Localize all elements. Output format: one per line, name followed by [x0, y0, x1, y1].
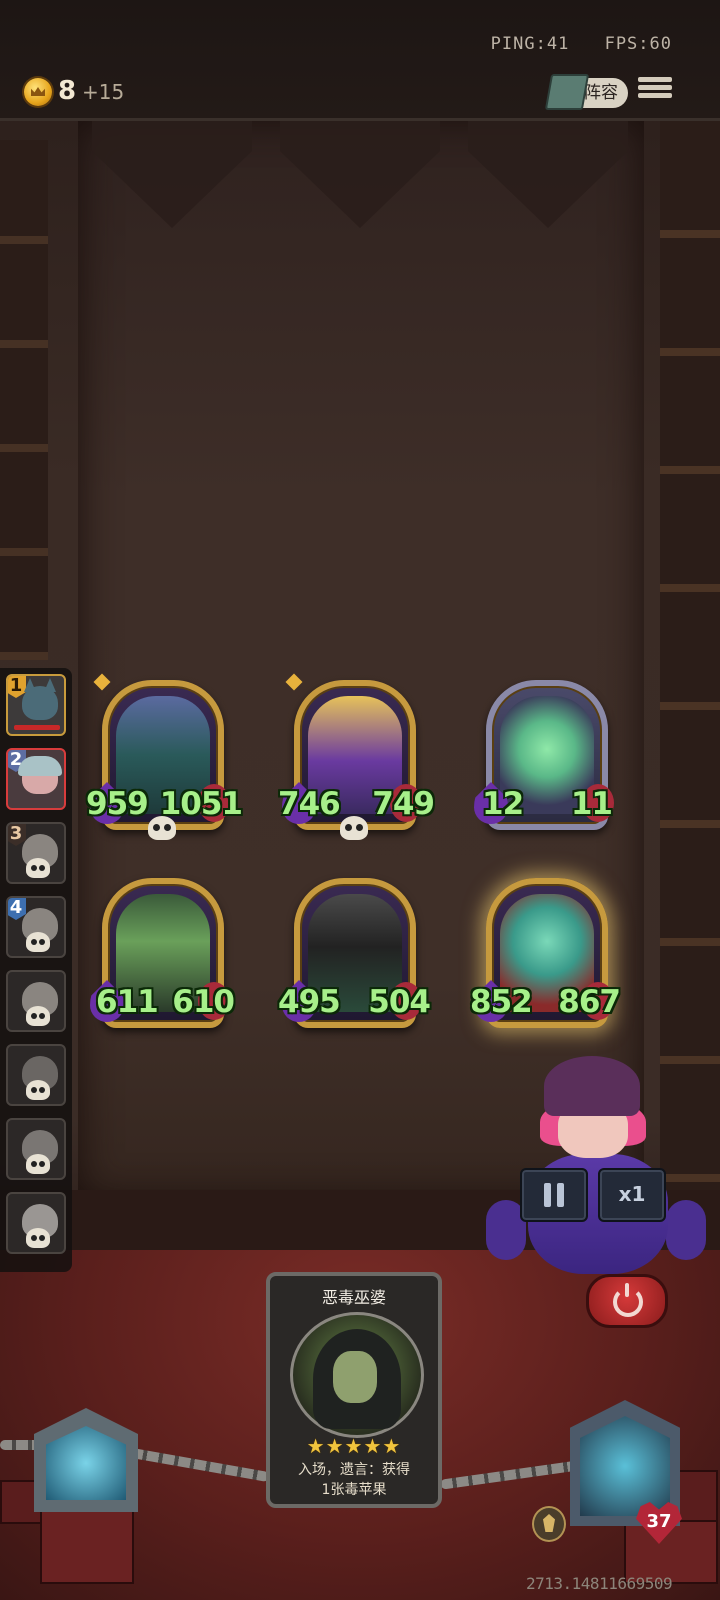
- gold-amount: 8: [58, 76, 77, 106]
- eliminated-skull-icon: [26, 932, 50, 952]
- minion-attack: 746: [278, 786, 341, 822]
- player-hero-avatar: [486, 1050, 708, 1280]
- robot-arm: [666, 1200, 706, 1260]
- player-slot-2[interactable]: 2: [6, 748, 66, 810]
- bookshelf-left: [0, 140, 48, 660]
- pause-icon: [544, 1183, 551, 1207]
- minion-attack: 611: [96, 984, 159, 1020]
- game-scene: PING:41 FPS:60 8 +15 阵容 1 2 3 4 959 1051…: [0, 0, 720, 1600]
- card-name: 恶毒巫婆: [321, 1288, 386, 1307]
- cat-hero-portrait: [22, 686, 58, 720]
- minion-card[interactable]: 495 504: [278, 878, 431, 1038]
- minion-attack: 959: [86, 786, 149, 822]
- power-icon: [613, 1283, 643, 1317]
- lineup-book-icon[interactable]: [544, 74, 590, 110]
- minion-health: 610: [172, 984, 235, 1020]
- menu-icon[interactable]: [638, 74, 672, 104]
- network-stats: PING:41 FPS:60: [467, 34, 672, 54]
- girl-beret: [544, 1056, 640, 1116]
- card-desc-line: 入场，遗言：获得: [298, 1462, 410, 1478]
- player-slot-7[interactable]: [6, 1118, 66, 1180]
- lineup-label: 阵容: [584, 83, 618, 103]
- pause-button[interactable]: [520, 1168, 588, 1222]
- fps-readout: FPS:60: [604, 34, 672, 54]
- card-desc-line: 1张毒苹果: [321, 1482, 387, 1498]
- player-slot-8[interactable]: [6, 1192, 66, 1254]
- eliminated-skull-icon: [26, 1154, 50, 1174]
- witch-face: [333, 1351, 377, 1403]
- minion-card[interactable]: 611 610: [90, 878, 235, 1038]
- minion-health: 867: [558, 984, 621, 1020]
- eliminated-skull-icon: [26, 1006, 50, 1026]
- tavern-portal-button[interactable]: [34, 1408, 138, 1512]
- hero-power-icon[interactable]: [532, 1506, 566, 1542]
- card-description: 入场，遗言：获得 1张毒苹果: [278, 1460, 430, 1500]
- minion-health: 504: [368, 984, 431, 1020]
- player-list: 1 2 3 4: [0, 668, 72, 1272]
- minion-card[interactable]: 746 749: [278, 673, 435, 840]
- library-stage: [78, 120, 644, 1200]
- health-bar: [14, 725, 60, 730]
- star-rating: ★★★★★: [306, 1434, 402, 1458]
- deathrattle-skull-icon: [340, 816, 368, 840]
- player-slot-6[interactable]: [6, 1044, 66, 1106]
- minion-attack: 852: [470, 984, 533, 1020]
- girl-hero-portrait: [18, 756, 62, 794]
- speed-button[interactable]: x1: [598, 1168, 666, 1222]
- minion-card[interactable]: 12 11: [474, 680, 614, 840]
- minion-card[interactable]: 959 1051: [86, 673, 243, 840]
- minion-health: 11: [570, 786, 613, 822]
- ping-readout: PING:41: [490, 34, 570, 54]
- witch-portrait: [290, 1312, 424, 1438]
- minion-attack: 495: [278, 984, 341, 1020]
- hand-card[interactable]: 恶毒巫婆 ★★★★★ 入场，遗言：获得 1张毒苹果: [266, 1272, 442, 1508]
- minion-health: 749: [372, 786, 435, 822]
- minion-attack: 12: [482, 786, 524, 822]
- session-id: 2713.14811669509: [526, 1574, 673, 1593]
- gold-income: +15: [82, 80, 125, 104]
- eliminated-skull-icon: [26, 1228, 50, 1248]
- speed-label: x1: [618, 1182, 646, 1206]
- minion-card[interactable]: 852 867: [470, 878, 621, 1038]
- player-slot-3[interactable]: 3: [6, 822, 66, 884]
- minion-health: 1051: [159, 786, 243, 822]
- hero-health: 37: [646, 1511, 672, 1532]
- player-slot-5[interactable]: [6, 970, 66, 1032]
- deathrattle-skull-icon: [148, 816, 176, 840]
- bookshelf-right: [660, 120, 720, 1200]
- eliminated-skull-icon: [26, 1080, 50, 1100]
- player-slot-1[interactable]: 1: [6, 674, 66, 736]
- eliminated-skull-icon: [26, 858, 50, 878]
- player-slot-4[interactable]: 4: [6, 896, 66, 958]
- gold-coin-icon: [24, 78, 52, 106]
- top-bar: PING:41 FPS:60 8 +15 阵容: [0, 0, 720, 121]
- pause-icon: [557, 1183, 564, 1207]
- quit-button[interactable]: [586, 1274, 668, 1328]
